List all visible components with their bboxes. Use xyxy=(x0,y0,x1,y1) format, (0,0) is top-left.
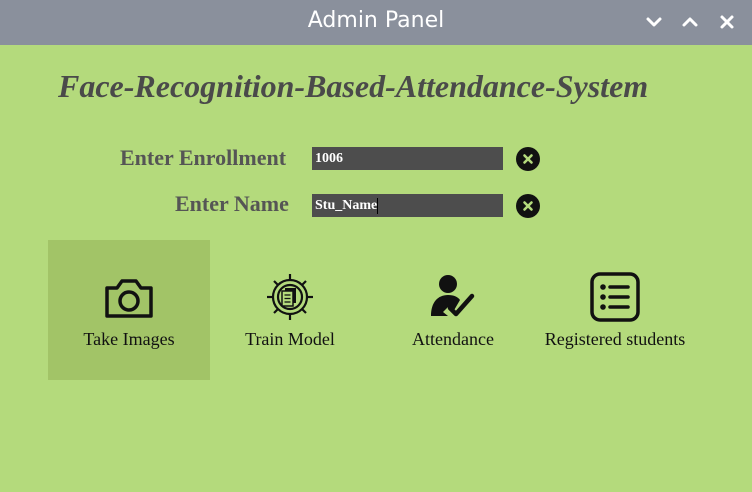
title-bar[interactable]: Admin Panel xyxy=(0,0,752,45)
name-input[interactable]: Stu_Name xyxy=(312,194,503,217)
window-title: Admin Panel xyxy=(307,8,445,33)
close-icon xyxy=(720,15,734,29)
clear-icon xyxy=(523,201,533,211)
chevron-up-icon xyxy=(682,17,698,27)
chevron-down-icon xyxy=(646,17,662,27)
app-heading: Face-Recognition-Based-Attendance-System xyxy=(58,68,649,104)
text-cursor xyxy=(377,197,379,214)
clear-icon xyxy=(523,154,533,164)
camera-icon xyxy=(105,279,153,318)
name-value: Stu_Name xyxy=(315,198,378,213)
registered-students-label: Registered students xyxy=(544,329,686,349)
person-check-icon xyxy=(431,275,475,317)
list-icon xyxy=(590,272,640,322)
name-label: Enter Name xyxy=(175,191,289,216)
attendance-button[interactable]: Attendance xyxy=(372,240,534,380)
enrollment-value: 1006 xyxy=(315,151,343,166)
close-window-button[interactable] xyxy=(715,10,739,34)
minimize-button[interactable] xyxy=(642,10,666,34)
train-model-button[interactable]: Train Model xyxy=(209,240,371,380)
gear-document-icon xyxy=(267,274,313,320)
clear-enrollment-button[interactable] xyxy=(516,147,540,171)
clear-name-button[interactable] xyxy=(516,194,540,218)
enrollment-label: Enter Enrollment xyxy=(120,145,287,170)
maximize-button[interactable] xyxy=(678,10,702,34)
take-images-button[interactable]: Take Images xyxy=(48,240,210,380)
enrollment-input[interactable]: 1006 xyxy=(312,147,503,170)
admin-panel-window: Admin Panel Face-Recognition-Based-Atten… xyxy=(0,0,752,492)
registered-students-button[interactable]: Registered students xyxy=(534,240,696,380)
